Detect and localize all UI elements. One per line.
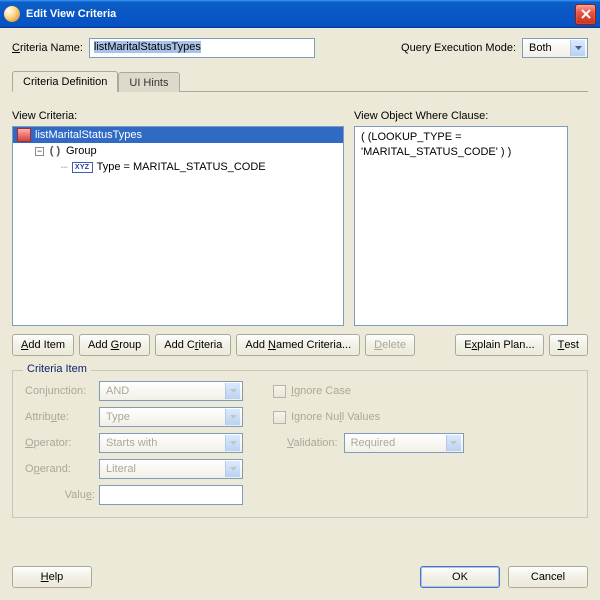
top-row: Criteria Name: listMaritalStatusTypes Qu… [12, 38, 588, 58]
cancel-button[interactable]: Cancel [508, 566, 588, 588]
ignore-null-checkbox [273, 411, 286, 424]
close-button[interactable] [575, 4, 596, 25]
view-criteria-label: View Criteria: [12, 110, 344, 122]
test-button[interactable]: Test [549, 334, 588, 356]
value-label: Value: [25, 489, 99, 501]
criteria-name-label: Criteria Name: [12, 42, 83, 54]
ok-button[interactable]: OK [420, 566, 500, 588]
query-mode-value: Both [529, 42, 552, 54]
criteria-name-input[interactable]: listMaritalStatusTypes [89, 38, 315, 58]
tab-bar: Criteria Definition UI Hints [12, 70, 588, 92]
titlebar: Edit View Criteria [0, 0, 600, 28]
xyz-icon: XYZ [72, 162, 93, 173]
criteria-item-fieldset: Criteria Item Conjunction: AND Ignore Ca… [12, 370, 588, 518]
attribute-value: Type [106, 411, 130, 423]
view-criteria-column: View Criteria: listMaritalStatusTypes − … [12, 110, 344, 326]
app-icon [4, 6, 20, 22]
attribute-label: Attribute: [25, 411, 99, 423]
tree-leaf-row[interactable]: ┄ XYZ Type = MARITAL_STATUS_CODE [13, 159, 343, 175]
add-criteria-button[interactable]: Add Criteria [155, 334, 231, 356]
add-item-button[interactable]: Add Item [12, 334, 74, 356]
ignore-case-label: Ignore Case [291, 385, 575, 397]
operand-label: Operand: [25, 463, 99, 475]
dialog-content: Criteria Name: listMaritalStatusTypes Qu… [0, 28, 600, 600]
query-mode-select[interactable]: Both [522, 38, 588, 58]
help-button[interactable]: Help [12, 566, 92, 588]
window-title: Edit View Criteria [26, 8, 575, 20]
operand-value: Literal [106, 463, 136, 475]
chevron-down-icon [446, 435, 461, 451]
query-mode-label: Query Execution Mode: [401, 42, 516, 54]
attribute-select: Type [99, 407, 243, 427]
validation-select: Required [344, 433, 464, 453]
conjunction-value: AND [106, 385, 129, 397]
operand-select: Literal [99, 459, 243, 479]
chevron-down-icon [570, 40, 585, 56]
tab-criteria-definition[interactable]: Criteria Definition [12, 71, 118, 92]
add-group-button[interactable]: Add Group [79, 334, 150, 356]
paren-icon: ( ) [48, 145, 62, 157]
where-clause-box: ( (LOOKUP_TYPE = 'MARITAL_STATUS_CODE' )… [354, 126, 568, 326]
chevron-down-icon [225, 409, 240, 425]
criteria-buttons-row: Add Item Add Group Add Criteria Add Name… [12, 334, 588, 356]
where-clause-column: View Object Where Clause: ( (LOOKUP_TYPE… [354, 110, 568, 326]
value-input [99, 485, 243, 505]
criteria-item-legend: Criteria Item [23, 363, 91, 375]
tree-root[interactable]: listMaritalStatusTypes [13, 127, 343, 143]
chevron-down-icon [225, 383, 240, 399]
operator-label: Operator: [25, 437, 99, 449]
footer-buttons: Help OK Cancel [12, 566, 588, 588]
tree-root-label: listMaritalStatusTypes [35, 129, 142, 141]
view-criteria-tree[interactable]: listMaritalStatusTypes − ( ) Group ┄ XYZ… [12, 126, 344, 326]
tree-group-label: Group [66, 145, 97, 157]
chevron-down-icon [225, 461, 240, 477]
tree-connector: ┄ [61, 161, 68, 174]
add-named-criteria-button[interactable]: Add Named Criteria... [236, 334, 360, 356]
delete-button: Delete [365, 334, 415, 356]
where-clause-label: View Object Where Clause: [354, 110, 568, 122]
conjunction-select: AND [99, 381, 243, 401]
tab-ui-hints[interactable]: UI Hints [118, 72, 179, 92]
root-icon [17, 128, 31, 142]
operator-value: Starts with [106, 437, 157, 449]
explain-plan-button[interactable]: Explain Plan... [455, 334, 543, 356]
tree-group-row[interactable]: − ( ) Group [13, 143, 343, 159]
conjunction-label: Conjunction: [25, 385, 99, 397]
validation-value: Required [351, 437, 396, 449]
ignore-null-label: Ignore Null Values [291, 411, 575, 423]
panels-row: View Criteria: listMaritalStatusTypes − … [12, 110, 588, 326]
collapse-icon[interactable]: − [35, 147, 44, 156]
tree-leaf-label: Type = MARITAL_STATUS_CODE [97, 161, 266, 173]
validation-label-text: Validation: [287, 437, 338, 449]
operator-select: Starts with [99, 433, 243, 453]
ignore-case-checkbox [273, 385, 286, 398]
chevron-down-icon [225, 435, 240, 451]
criteria-item-grid: Conjunction: AND Ignore Case Attribute: … [25, 381, 575, 505]
